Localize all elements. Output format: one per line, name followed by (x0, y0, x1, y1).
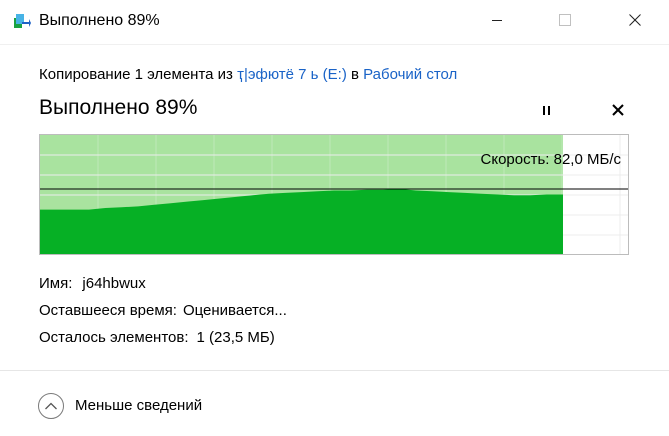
detail-name-row: Имя: j64hbwux (39, 274, 146, 294)
minimize-button[interactable] (474, 0, 520, 40)
time-remaining-value: Оценивается... (182, 302, 287, 319)
minimize-icon (492, 20, 502, 21)
operation-prefix: Копирование 1 элемента из (39, 66, 238, 83)
maximize-button[interactable] (542, 0, 588, 40)
footer: Меньше сведений (0, 370, 669, 436)
title-bar: Выполнено 89% (0, 0, 669, 45)
pause-button[interactable] (534, 99, 558, 121)
less-details-button[interactable]: Меньше сведений (38, 393, 202, 419)
speed-label: Скорость: 82,0 МБ/с (480, 151, 621, 168)
name-label: Имя: (39, 275, 73, 292)
copy-files-icon (14, 14, 31, 28)
less-details-circle (38, 393, 64, 419)
progress-title: Выполнено 89% (39, 96, 198, 119)
maximize-icon (559, 14, 571, 26)
cancel-button[interactable] (606, 99, 630, 121)
destination-link[interactable]: Рабочий стол (363, 66, 457, 83)
less-details-label: Меньше сведений (75, 397, 203, 414)
window-title: Выполнено 89% (39, 12, 160, 29)
items-remaining-label: Осталось элементов: (39, 329, 189, 346)
detail-items-row: Осталось элементов: 1 (23,5 МБ) (39, 328, 275, 348)
speed-graph: Скорость: 82,0 МБ/с (39, 134, 629, 255)
time-remaining-label: Оставшееся время: (39, 302, 177, 319)
detail-time-row: Оставшееся время: Оценивается... (39, 301, 287, 321)
chevron-up-icon (45, 402, 57, 410)
close-icon (629, 14, 641, 26)
operation-middle: в (346, 66, 364, 83)
cancel-icon (612, 104, 624, 116)
name-value: j64hbwux (82, 275, 146, 292)
source-link[interactable]: ҭ|эфютё 7 ь (E:) (237, 66, 347, 83)
close-button[interactable] (612, 0, 658, 40)
operation-description: Копирование 1 элемента из ҭ|эфютё 7 ь (E… (39, 65, 457, 85)
pause-icon (543, 106, 550, 115)
items-remaining-value: 1 (23,5 МБ) (196, 329, 275, 346)
